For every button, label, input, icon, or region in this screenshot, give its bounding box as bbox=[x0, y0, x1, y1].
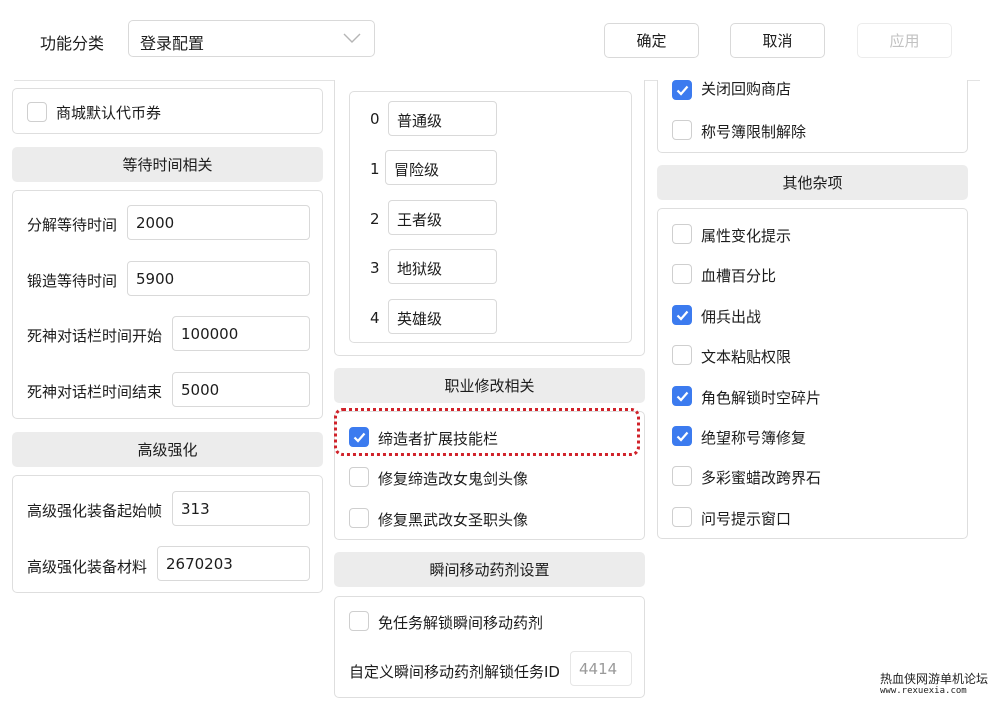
fix-creator-avatar-checkbox[interactable] bbox=[349, 467, 369, 487]
level-name-input[interactable]: 普通级 bbox=[388, 101, 497, 136]
misc-item-label: 绝望称号簿修复 bbox=[701, 429, 807, 447]
field-label: 死神对话栏时间开始 bbox=[27, 327, 163, 345]
level-name-input[interactable]: 地狱级 bbox=[388, 249, 497, 284]
level-name-input[interactable]: 冒险级 bbox=[385, 150, 497, 185]
chevron-down-icon bbox=[343, 33, 361, 43]
level-index: 4 bbox=[370, 309, 380, 327]
check-icon bbox=[676, 431, 689, 442]
wait-time-header: 等待时间相关 bbox=[12, 147, 323, 182]
fix-darkknight-avatar-checkbox[interactable] bbox=[349, 508, 369, 528]
difficulty-list: 0 普通级 1 冒险级 2 王者级 3 地狱级 4 英雄级 bbox=[349, 91, 632, 343]
close-buyback-label: 关闭回购商店 bbox=[701, 80, 792, 98]
advanced-enhance-panel: 高级强化装备起始帧 313 高级强化装备材料 2670203 bbox=[12, 475, 323, 593]
level-name-input[interactable]: 王者级 bbox=[388, 200, 497, 235]
misc-item-label: 多彩蜜蜡改跨界石 bbox=[701, 469, 822, 487]
teleport-free-checkbox[interactable] bbox=[349, 611, 369, 631]
apply-button[interactable]: 应用 bbox=[857, 23, 952, 58]
category-select-value: 登录配置 bbox=[140, 34, 205, 53]
check-icon bbox=[676, 310, 689, 321]
misc-panel: 属性变化提示 血槽百分比 佣兵出战 文本粘贴权限 角色解锁时空碎片 绝望称号簿修… bbox=[657, 208, 968, 539]
field-label: 分解等待时间 bbox=[27, 216, 118, 234]
wait-time-panel: 分解等待时间 2000 锻造等待时间 5900 死神对话栏时间开始 100000… bbox=[12, 190, 323, 419]
adv-material-input[interactable]: 2670203 bbox=[157, 546, 310, 581]
mall-coupon-checkbox[interactable] bbox=[27, 102, 47, 122]
watermark-text: 热血侠网游单机论坛 bbox=[880, 672, 989, 686]
teleport-header: 瞬间移动药剂设置 bbox=[334, 552, 645, 587]
mall-coupon-panel: 商城默认代币券 bbox=[12, 88, 323, 134]
job-modify-header: 职业修改相关 bbox=[334, 368, 645, 403]
watermark-url: www.rexuexia.com bbox=[880, 686, 967, 696]
mall-coupon-label: 商城默认代币券 bbox=[56, 104, 162, 122]
attr-change-tip-checkbox[interactable] bbox=[672, 224, 692, 244]
misc-header: 其他杂项 bbox=[657, 165, 968, 200]
shop-options-panel: 关闭回购商店 称号簿限制解除 bbox=[657, 80, 968, 153]
misc-item-label: 文本粘贴权限 bbox=[701, 348, 792, 366]
level-index: 3 bbox=[370, 259, 380, 277]
field-label: 死神对话栏时间结束 bbox=[27, 383, 163, 401]
misc-item-label: 属性变化提示 bbox=[701, 227, 792, 245]
teleport-free-label: 免任务解锁瞬间移动药剂 bbox=[378, 614, 544, 632]
text-paste-checkbox[interactable] bbox=[672, 345, 692, 365]
misc-item-label: 佣兵出战 bbox=[701, 308, 762, 326]
hp-percent-checkbox[interactable] bbox=[672, 264, 692, 284]
field-label: 高级强化装备材料 bbox=[27, 558, 148, 576]
cancel-button[interactable]: 取消 bbox=[730, 23, 825, 58]
fix-creator-avatar-label: 修复缔造改女鬼剑头像 bbox=[378, 470, 529, 488]
teleport-panel: 免任务解锁瞬间移动药剂 自定义瞬间移动药剂解锁任务ID 4414 bbox=[334, 596, 645, 698]
despair-title-fix-checkbox[interactable] bbox=[672, 426, 692, 446]
teleport-custom-label: 自定义瞬间移动药剂解锁任务ID bbox=[349, 663, 560, 681]
decompose-wait-input[interactable]: 2000 bbox=[127, 205, 310, 240]
level-index: 0 bbox=[370, 110, 380, 128]
mercenary-checkbox[interactable] bbox=[672, 305, 692, 325]
reaper-dialog-start-input[interactable]: 100000 bbox=[172, 316, 310, 351]
reaper-dialog-end-input[interactable]: 5000 bbox=[172, 372, 310, 407]
highlight-annotation bbox=[334, 408, 640, 456]
advanced-enhance-header: 高级强化 bbox=[12, 432, 323, 467]
category-label: 功能分类 bbox=[40, 34, 105, 53]
misc-item-label: 血槽百分比 bbox=[701, 267, 777, 285]
title-book-unlimit-checkbox[interactable] bbox=[672, 120, 692, 140]
close-buyback-checkbox[interactable] bbox=[672, 80, 692, 100]
check-icon bbox=[676, 391, 689, 402]
check-icon bbox=[676, 85, 689, 96]
unlock-shards-checkbox[interactable] bbox=[672, 386, 692, 406]
fix-darkknight-avatar-label: 修复黑武改女圣职头像 bbox=[378, 511, 529, 529]
title-book-unlimit-label: 称号簿限制解除 bbox=[701, 123, 807, 141]
category-select[interactable]: 登录配置 bbox=[128, 20, 375, 57]
confirm-button[interactable]: 确定 bbox=[604, 23, 699, 58]
toolbar: 功能分类 登录配置 确定 取消 应用 bbox=[0, 0, 1000, 80]
question-tip-checkbox[interactable] bbox=[672, 507, 692, 527]
wax-to-stone-checkbox[interactable] bbox=[672, 466, 692, 486]
adv-start-frame-input[interactable]: 313 bbox=[172, 491, 310, 526]
misc-item-label: 问号提示窗口 bbox=[701, 510, 792, 528]
level-index: 1 bbox=[370, 160, 380, 178]
misc-item-label: 角色解锁时空碎片 bbox=[701, 389, 822, 407]
teleport-task-id-input[interactable]: 4414 bbox=[570, 651, 632, 686]
level-name-input[interactable]: 英雄级 bbox=[388, 299, 497, 334]
field-label: 锻造等待时间 bbox=[27, 272, 118, 290]
forge-wait-input[interactable]: 5900 bbox=[127, 261, 310, 296]
level-index: 2 bbox=[370, 210, 380, 228]
field-label: 高级强化装备起始帧 bbox=[27, 502, 163, 520]
difficulty-outer-panel: 0 普通级 1 冒险级 2 王者级 3 地狱级 4 英雄级 bbox=[334, 80, 645, 356]
